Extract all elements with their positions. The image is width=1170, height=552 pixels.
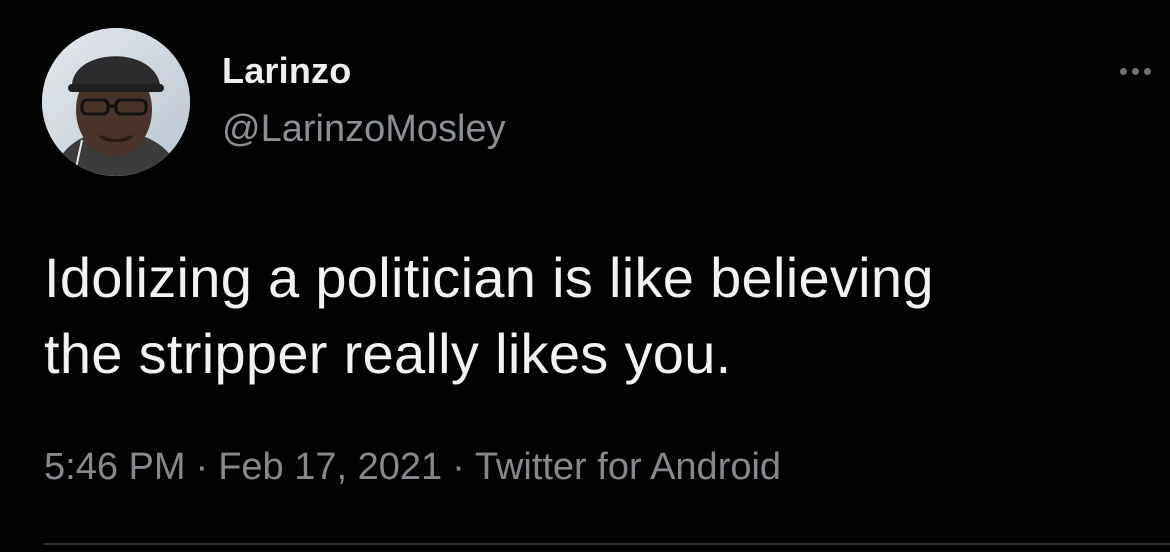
tweet-text: Idolizing a politician is like believing… (44, 240, 1144, 392)
meta-separator: · (452, 446, 465, 488)
tweet-text-line: Idolizing a politician is like believing (44, 246, 934, 309)
author-handle[interactable]: @LarinzoMosley (222, 108, 506, 151)
more-options-icon[interactable] (1120, 56, 1168, 86)
tweet-source[interactable]: Twitter for Android (475, 446, 781, 488)
tweet-text-line: the stripper really likes you. (44, 322, 732, 385)
tweet-meta: 5:46 PM · Feb 17, 2021 · Twitter for Android (44, 446, 781, 489)
divider (44, 543, 1170, 545)
more-dot (1120, 67, 1127, 75)
tweet-time[interactable]: 5:46 PM (44, 446, 186, 488)
avatar[interactable] (42, 28, 190, 176)
tweet-card: Larinzo @LarinzoMosley Idolizing a polit… (0, 0, 1170, 552)
avatar-image (42, 28, 190, 176)
tweet-date[interactable]: Feb 17, 2021 (218, 446, 442, 488)
more-dot (1144, 67, 1151, 75)
meta-separator: · (195, 446, 209, 488)
more-dot (1132, 67, 1139, 75)
author-display-name[interactable]: Larinzo (222, 50, 351, 92)
